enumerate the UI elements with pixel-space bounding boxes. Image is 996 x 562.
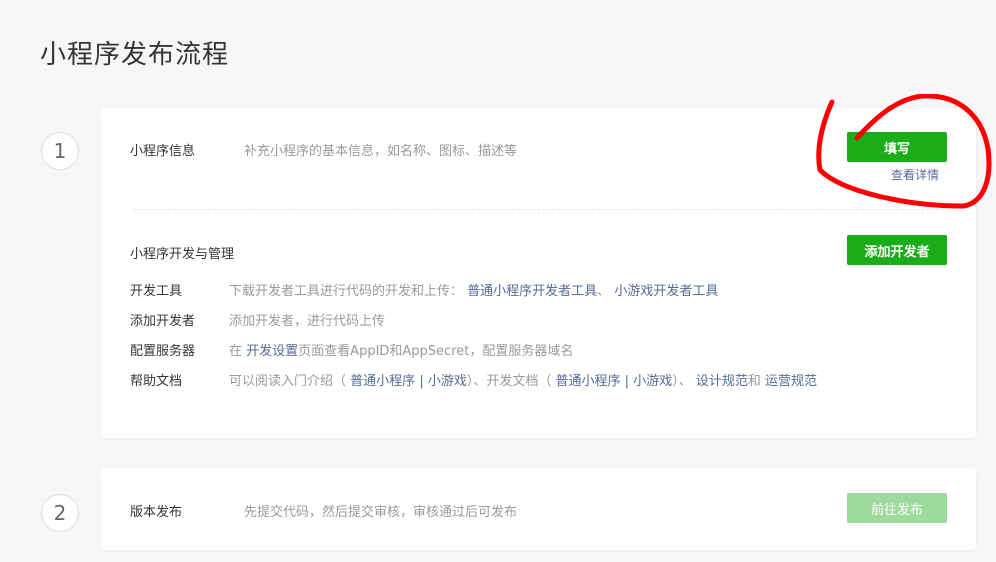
help-docs-text: 和: [747, 374, 761, 389]
docs-minigame-link[interactable]: 小游戏: [633, 374, 672, 389]
add-developer-button[interactable]: 添加开发者: [847, 235, 947, 265]
dev-management-title: 小程序开发与管理: [130, 247, 235, 262]
fill-info-button[interactable]: 填写: [847, 132, 947, 162]
docs-mini-program-link[interactable]: 普通小程序: [556, 374, 621, 389]
section-divider: [133, 209, 944, 210]
step-2-card: 版本发布 先提交代码，然后提交审核，审核通过后可发布 前往发布: [101, 468, 976, 550]
step-number-2: 2: [41, 494, 79, 532]
divider-bar: |: [624, 374, 630, 389]
operation-spec-link[interactable]: 运营规范: [765, 374, 817, 389]
config-server-pre: 在: [229, 344, 243, 359]
help-docs-text: ）、: [672, 374, 692, 389]
add-developer-text: 添加开发者，进行代码上传: [229, 314, 386, 329]
divider-bar: |: [419, 374, 424, 389]
help-docs-key: 帮助文档: [130, 374, 183, 389]
version-release-label: 版本发布: [130, 505, 183, 520]
intro-minigame-link[interactable]: 小游戏: [428, 374, 467, 389]
mini-program-devtools-link[interactable]: 普通小程序开发者工具: [467, 284, 597, 299]
dev-tools-text: 下载开发者工具进行代码的开发和上传：: [229, 284, 464, 299]
config-server-key: 配置服务器: [130, 344, 196, 359]
step-number-1: 1: [41, 132, 79, 170]
view-details-link[interactable]: 查看详情: [891, 166, 939, 183]
help-docs-text: ）、开发文档（: [466, 374, 552, 389]
mini-program-info-desc: 补充小程序的基本信息，如名称、图标、描述等: [244, 144, 518, 159]
add-developer-key: 添加开发者: [130, 314, 196, 329]
version-release-desc: 先提交代码，然后提交审核，审核通过后可发布: [244, 505, 518, 520]
separator: 、: [597, 284, 611, 299]
dev-tools-key: 开发工具: [130, 284, 183, 299]
intro-mini-program-link[interactable]: 普通小程序: [350, 374, 415, 389]
step-1-card: 小程序信息 补充小程序的基本信息，如名称、图标、描述等 填写 查看详情 小程序开…: [101, 108, 976, 438]
minigame-devtools-link[interactable]: 小游戏开发者工具: [614, 284, 718, 299]
mini-program-info-label: 小程序信息: [130, 144, 196, 159]
dev-settings-link[interactable]: 开发设置: [246, 344, 298, 359]
design-spec-link[interactable]: 设计规范: [696, 374, 748, 389]
page-title: 小程序发布流程: [40, 40, 230, 70]
go-publish-button[interactable]: 前往发布: [847, 493, 947, 523]
config-server-post: 页面查看AppID和AppSecret，配置服务器域名: [298, 344, 574, 359]
help-docs-text: 可以阅读入门介绍（: [229, 374, 347, 389]
